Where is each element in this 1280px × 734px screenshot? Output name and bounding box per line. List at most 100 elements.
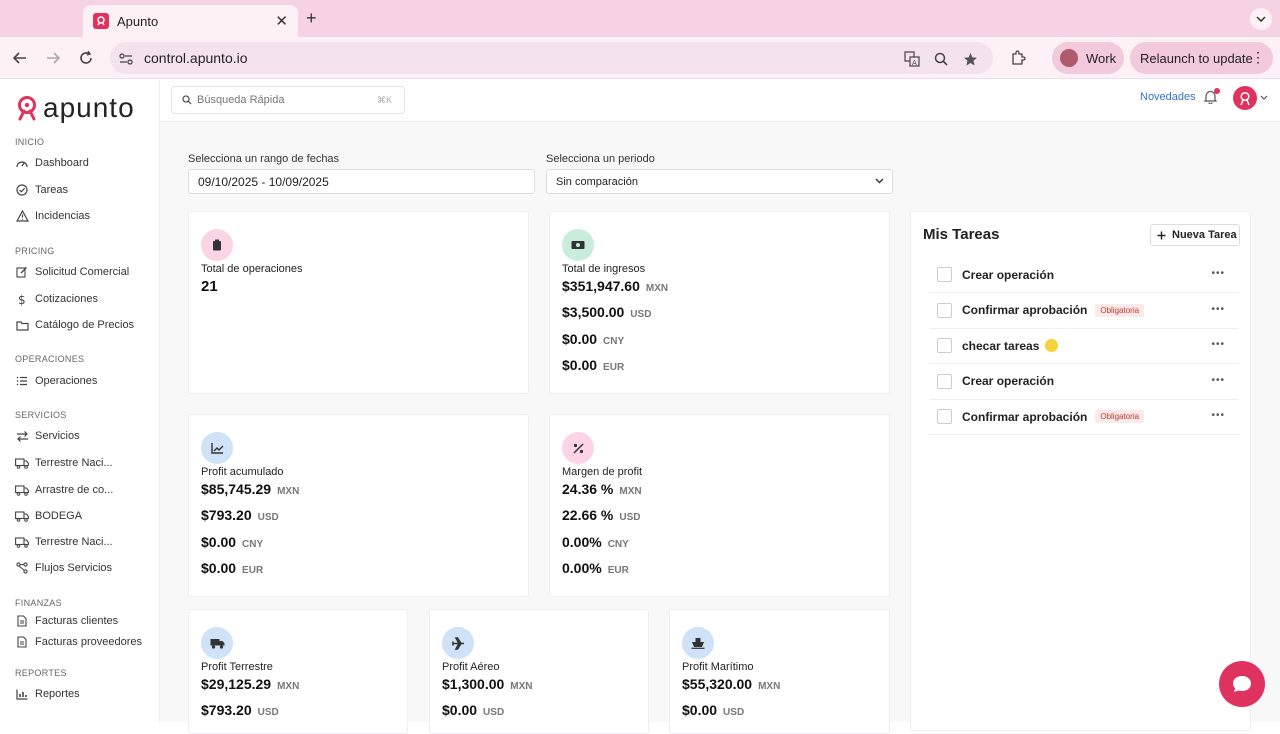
currency: USD xyxy=(483,707,505,719)
more-options-icon[interactable]: ••• xyxy=(1211,304,1225,315)
extensions-icon[interactable] xyxy=(1009,49,1027,67)
user-avatar[interactable] xyxy=(1233,86,1257,110)
card-title: Total de operaciones xyxy=(201,263,303,275)
browser-tab[interactable]: Apunto ✕ xyxy=(83,5,298,37)
plus-icon xyxy=(1157,231,1166,239)
card-value-row: $1,300.00 MXN xyxy=(442,676,533,692)
truck-icon xyxy=(15,457,29,469)
date-range-input[interactable]: 09/10/2025 - 10/09/2025 xyxy=(188,169,535,194)
card-value: 21 xyxy=(201,278,218,295)
currency: CNY xyxy=(603,335,625,347)
emoji-icon xyxy=(1045,339,1059,353)
sidebar: apunto INICIO Dashboard Tareas Incidencias P… xyxy=(0,80,160,722)
card-value-row: $0.00 CNY xyxy=(562,331,624,347)
bookmark-star-icon[interactable] xyxy=(962,51,978,67)
zoom-icon[interactable] xyxy=(933,51,949,67)
amount: $351,947.60 xyxy=(562,278,640,294)
sidebar-item-label: Solicitud Comercial xyxy=(35,266,130,278)
sidebar-item-solicitud-comercial[interactable]: Solicitud Comercial xyxy=(15,266,129,278)
sidebar-item-label: Operaciones xyxy=(35,375,98,387)
amount: $55,320.00 xyxy=(682,676,753,692)
browser-menu-icon[interactable]: ⋮ xyxy=(1251,49,1265,66)
task-row[interactable]: Crear operación ••• xyxy=(929,364,1239,400)
card-profit-aereo: Profit Aéreo $1,300.00 MXN $0.00 USD xyxy=(429,609,649,734)
list-icon xyxy=(15,375,29,387)
sidebar-item-terrestre-naci[interactable]: Terrestre Naci... xyxy=(15,536,113,548)
task-checkbox[interactable] xyxy=(937,409,952,425)
card-total-operaciones: Total de operaciones 21 xyxy=(188,211,529,394)
forward-arrow-icon[interactable] xyxy=(44,49,62,67)
task-row[interactable]: Confirmar aprobación Obligatoria ••• xyxy=(929,399,1239,436)
card-value-row: $0.00 EUR xyxy=(201,560,263,576)
search-placeholder: Búsqueda Rápida xyxy=(197,94,285,106)
novedades-link[interactable]: Novedades xyxy=(1140,91,1196,103)
amount: $793.20 xyxy=(201,507,252,524)
flow-icon xyxy=(15,562,29,574)
task-row[interactable]: Crear operación ••• xyxy=(929,257,1239,293)
more-options-icon[interactable]: ••• xyxy=(1211,375,1225,386)
amount: $1,300.00 xyxy=(442,676,505,692)
sidebar-item-tareas[interactable]: Tareas xyxy=(15,184,68,196)
amount: 22.66 % xyxy=(562,507,614,524)
sidebar-item-cotizaciones[interactable]: $ Cotizaciones xyxy=(15,293,98,306)
status-badge: Obligatoria xyxy=(1095,303,1145,317)
dashboard-main: Selecciona un rango de fechas 09/10/2025… xyxy=(160,122,1280,734)
tab-search-chevron-icon[interactable] xyxy=(1250,8,1272,30)
card-title: Margen de profit xyxy=(562,466,643,478)
translate-icon[interactable]: A xyxy=(904,51,920,67)
notifications-bell-icon[interactable] xyxy=(1203,88,1220,109)
task-checkbox[interactable] xyxy=(937,267,952,282)
browser-tab-strip: Apunto ✕ + xyxy=(0,0,1280,37)
amount: $0.00 xyxy=(562,330,598,347)
sidebar-item-servicios[interactable]: Servicios xyxy=(15,430,80,442)
close-tab-icon[interactable]: ✕ xyxy=(275,12,288,30)
card-value-row: $0.00 USD xyxy=(442,702,504,718)
card-value-row: 0.00% CNY xyxy=(562,534,629,550)
sidebar-item-facturas-clientes[interactable]: Facturas clientes xyxy=(15,615,118,627)
more-options-icon[interactable]: ••• xyxy=(1211,339,1225,350)
task-checkbox[interactable] xyxy=(937,373,952,389)
relaunch-button[interactable]: Relaunch to update ⋮ xyxy=(1130,42,1273,74)
sidebar-item-operaciones[interactable]: Operaciones xyxy=(15,375,97,387)
sidebar-item-bodega[interactable]: BODEGA xyxy=(15,510,82,522)
sidebar-item-terrestre-naci[interactable]: Terrestre Naci... xyxy=(15,457,113,469)
card-value-row: 22.66 % USD xyxy=(562,507,641,523)
quick-search-input[interactable]: Búsqueda Rápida ⌘K xyxy=(171,86,405,114)
back-arrow-icon[interactable] xyxy=(11,49,29,67)
sidebar-item-catálogo-de-precios[interactable]: Catálogo de Precios xyxy=(15,319,134,331)
amount: $0.00 xyxy=(201,559,237,576)
sidebar-item-label: Servicios xyxy=(35,430,80,442)
currency: CNY xyxy=(607,538,629,550)
new-tab-icon[interactable]: + xyxy=(306,8,317,29)
task-row[interactable]: Confirmar aprobación Obligatoria ••• xyxy=(929,293,1239,329)
sidebar-item-dashboard[interactable]: Dashboard xyxy=(15,157,89,169)
card-margen-profit: Margen de profit 24.36 % MXN 22.66 % USD 0.0… xyxy=(549,414,890,597)
card-title: Profit Terrestre xyxy=(201,661,273,673)
sidebar-item-incidencias[interactable]: Incidencias xyxy=(15,210,90,222)
status-badge: Obligatoria xyxy=(1095,410,1145,424)
url-text: control.apunto.io xyxy=(144,50,248,66)
chat-button[interactable] xyxy=(1219,661,1265,707)
address-bar[interactable]: control.apunto.io A xyxy=(110,42,993,74)
sidebar-item-label: Terrestre Naci... xyxy=(35,536,113,548)
currency: EUR xyxy=(603,361,625,373)
nueva-tarea-button[interactable]: Nueva Tarea xyxy=(1150,224,1240,246)
more-options-icon[interactable]: ••• xyxy=(1211,268,1225,279)
sidebar-item-facturas-proveedores[interactable]: Facturas proveedores xyxy=(15,636,142,648)
apunto-logo[interactable]: apunto xyxy=(15,92,135,124)
sidebar-item-flujos-servicios[interactable]: Flujos Servicios xyxy=(15,562,112,574)
user-menu-chevron-icon[interactable] xyxy=(1260,92,1268,102)
reload-icon[interactable] xyxy=(77,49,95,67)
more-options-icon[interactable]: ••• xyxy=(1211,410,1225,421)
search-icon xyxy=(182,95,192,105)
sidebar-item-label: Cotizaciones xyxy=(35,293,98,305)
sidebar-item-reportes[interactable]: Reportes xyxy=(15,688,80,700)
profile-button[interactable]: Work xyxy=(1052,42,1124,74)
sidebar-item-arrastre-de-co[interactable]: Arrastre de co... xyxy=(15,484,113,496)
task-row[interactable]: checar tareas ••• xyxy=(929,328,1239,365)
task-checkbox[interactable] xyxy=(937,302,952,318)
period-select[interactable]: Sin comparación xyxy=(546,169,893,194)
task-checkbox[interactable] xyxy=(937,338,952,354)
card-value-row: $351,947.60 MXN xyxy=(562,278,668,294)
site-settings-icon[interactable] xyxy=(118,51,134,67)
